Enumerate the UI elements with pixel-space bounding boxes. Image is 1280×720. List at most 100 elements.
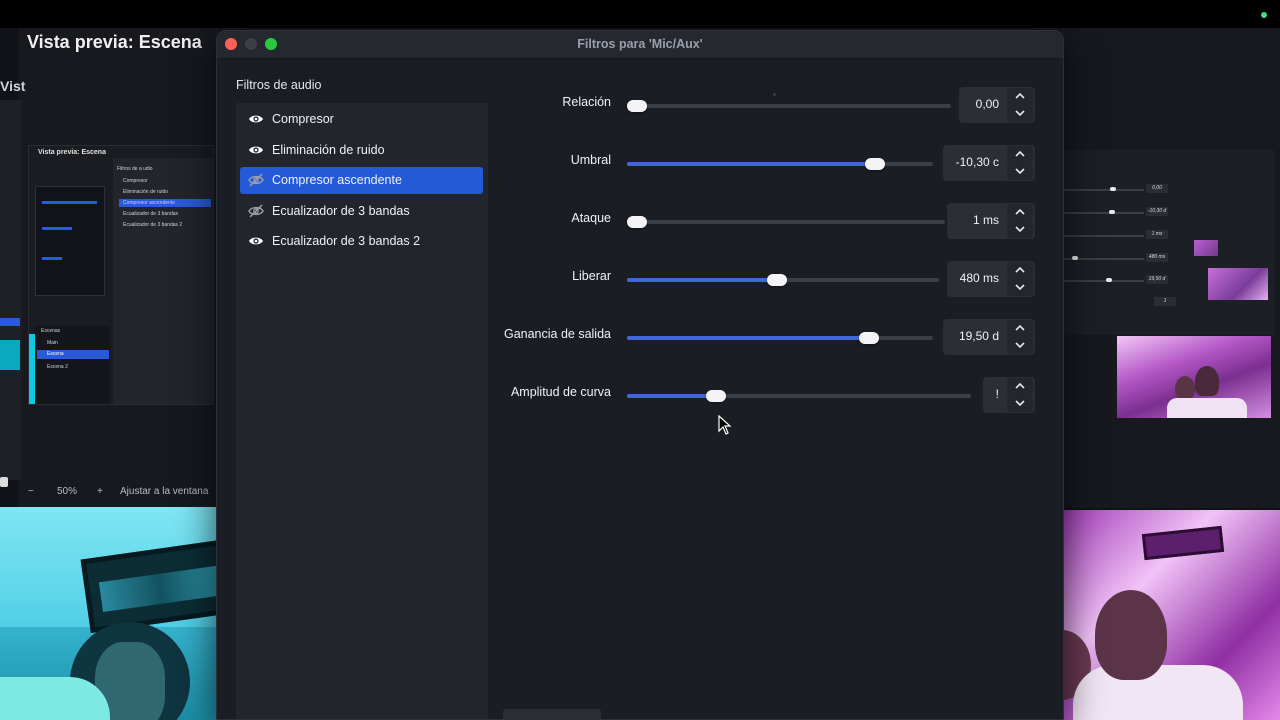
nested-filter-item: Ecualizador de 3 bandas 2 <box>123 222 183 228</box>
right-value-box: 19,50 d <box>1146 275 1168 284</box>
value-spinbox[interactable]: 19,50 d <box>943 319 1035 355</box>
setting-row: Umbral -10,30 c <box>489 145 1049 185</box>
decrement-arrow-icon[interactable] <box>1007 105 1033 122</box>
camera-preview-small <box>1117 336 1271 418</box>
setting-label: Ataque <box>571 211 611 225</box>
filters-dialog: Filtros para 'Mic/Aux' Filtros de audio … <box>216 30 1064 720</box>
zoom-level: 50% <box>57 486 78 497</box>
setting-label: Umbral <box>570 153 611 167</box>
spinbox-value[interactable]: 480 ms <box>960 271 999 285</box>
nested-filter-item: Ecualizador de 3 bandas <box>123 211 179 217</box>
value-spinbox[interactable]: ! <box>983 377 1035 413</box>
setting-label: Ganancia de salida <box>503 327 611 341</box>
right-value-box: -10,30 d <box>1146 207 1168 216</box>
increment-arrow-icon[interactable] <box>1007 262 1033 279</box>
zoom-toolbar: − 50% + Ajustar a la ventana <box>0 477 216 503</box>
fit-window-button[interactable]: Ajustar a la ventana <box>120 486 208 497</box>
audio-filters-label: Filtros de audio <box>236 78 322 92</box>
eye-off-icon[interactable] <box>248 173 264 187</box>
menu-bar-strip <box>0 0 1280 28</box>
setting-slider[interactable] <box>627 216 945 228</box>
spinbox-value[interactable]: 0,00 <box>976 97 999 111</box>
zoom-out-button[interactable]: − <box>28 486 34 497</box>
slider-handle[interactable] <box>858 332 879 344</box>
filter-item-label: Eliminación de ruido <box>272 142 385 157</box>
slider-fill <box>627 162 875 166</box>
preview-title: Vista previa: Escena <box>27 32 202 52</box>
slider-fill <box>627 394 717 398</box>
nested-traffic-lights <box>113 151 133 164</box>
filter-item-label: Compresor ascendente <box>272 173 402 187</box>
setting-slider[interactable] <box>627 274 939 286</box>
nested-filter-item: Compresor <box>123 178 148 184</box>
increment-arrow-icon[interactable] <box>1007 320 1033 337</box>
left-cut-title: Vist <box>0 78 26 94</box>
spinbox-value[interactable]: 1 ms <box>973 213 999 227</box>
nested-cam-strip <box>29 334 35 404</box>
setting-row: Liberar 480 ms <box>489 261 1049 301</box>
decrement-arrow-icon[interactable] <box>1007 221 1033 238</box>
list-scrollbar[interactable] <box>503 709 601 719</box>
decrement-arrow-icon[interactable] <box>1007 163 1033 180</box>
status-dot <box>1261 12 1267 18</box>
dialog-title: Filtros para 'Mic/Aux' <box>577 37 703 51</box>
decrement-arrow-icon[interactable] <box>1007 279 1033 296</box>
value-spinbox[interactable]: 0,00 <box>959 87 1035 123</box>
slider-handle[interactable] <box>864 158 885 170</box>
slider-handle[interactable] <box>627 216 647 228</box>
slider-handle[interactable] <box>706 390 727 402</box>
spinbox-value[interactable]: 19,50 d <box>959 329 999 343</box>
right-nested-preview: 0,00 -10,30 d 1 ms 480 ms 19,50 d 1 <box>1064 150 1274 335</box>
eye-icon[interactable] <box>248 234 264 248</box>
setting-label: Liberar <box>572 269 611 283</box>
slider-fill <box>627 336 869 340</box>
spinbox-value[interactable]: ! <box>996 387 999 401</box>
increment-arrow-icon[interactable] <box>1007 88 1033 105</box>
right-value-box: 1 ms <box>1146 230 1168 239</box>
nested-scenes-panel: Escenas Main Escena Escena 2 <box>35 326 110 404</box>
nested-filter-item: Eliminación de ruido <box>123 189 169 195</box>
slider-handle[interactable] <box>627 100 647 112</box>
value-spinbox[interactable]: -10,30 c <box>943 145 1035 181</box>
increment-arrow-icon[interactable] <box>1007 378 1033 395</box>
right-value-box: 0,00 <box>1146 184 1168 193</box>
nested-scenes-header: Escenas <box>41 328 61 334</box>
increment-arrow-icon[interactable] <box>1007 146 1033 163</box>
setting-label: Relación <box>562 95 611 109</box>
nested-scene-item: Main <box>47 340 58 346</box>
decrement-arrow-icon[interactable] <box>1007 395 1033 412</box>
small-cam-thumb <box>1208 268 1268 300</box>
eye-icon[interactable] <box>248 112 264 126</box>
camera-icon <box>0 477 8 487</box>
slider-handle[interactable] <box>766 274 787 286</box>
screen: Vista previa: Escena Vist Vista previa: … <box>0 0 1280 720</box>
filter-item[interactable]: Compresor ascendente <box>240 167 483 194</box>
setting-slider[interactable] <box>627 390 971 402</box>
decrement-arrow-icon[interactable] <box>1007 337 1033 354</box>
eye-icon[interactable] <box>248 143 264 157</box>
nested-preview: Vista previa: Escena Filtros de a udio C… <box>28 145 214 405</box>
spinbox-value[interactable]: -10,30 c <box>956 155 999 169</box>
filter-item[interactable]: Ecualizador de 3 bandas <box>240 198 483 225</box>
setting-slider[interactable] <box>627 100 951 112</box>
filter-item[interactable]: Ecualizador de 3 bandas 2 <box>240 228 483 255</box>
nested-scene-item: Escena <box>37 350 109 359</box>
value-spinbox[interactable]: 1 ms <box>947 203 1035 239</box>
filter-item-label: Ecualizador de 3 bandas 2 <box>272 234 421 248</box>
right-value-box: 480 ms <box>1146 253 1168 262</box>
filter-item[interactable]: Eliminación de ruido <box>240 137 483 164</box>
value-spinbox[interactable]: 480 ms <box>947 261 1035 297</box>
left-edge-panel <box>0 100 22 480</box>
zoom-in-button[interactable]: + <box>97 486 103 497</box>
slider-fill <box>627 278 777 282</box>
nested-panel-header: Filtros de a udio <box>117 166 153 172</box>
eye-off-icon[interactable] <box>248 203 264 218</box>
filter-item[interactable]: Compresor <box>240 106 483 133</box>
setting-slider[interactable] <box>627 158 933 170</box>
audio-filter-list: Compresor Eliminación de ruido Compresor a… <box>236 103 488 719</box>
nested-inner-preview <box>35 186 105 296</box>
filter-item-label: Compresor <box>272 112 334 126</box>
right-value-box: 1 <box>1154 297 1176 306</box>
setting-slider[interactable] <box>627 332 933 344</box>
increment-arrow-icon[interactable] <box>1007 204 1033 221</box>
